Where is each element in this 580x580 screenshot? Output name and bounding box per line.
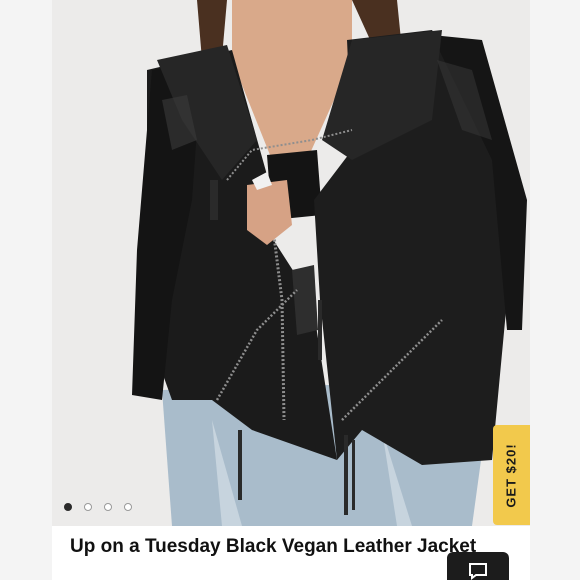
- promo-label: GET $20!: [504, 442, 520, 508]
- carousel-dot[interactable]: [124, 503, 132, 511]
- carousel-indicator: [64, 503, 132, 511]
- carousel-dot[interactable]: [104, 503, 112, 511]
- promo-tab[interactable]: GET $20!: [493, 425, 530, 525]
- carousel-dot[interactable]: [84, 503, 92, 511]
- chat-bubble-icon: [469, 563, 487, 580]
- carousel-dot[interactable]: [64, 503, 72, 511]
- chat-button[interactable]: [447, 552, 509, 580]
- product-title: Up on a Tuesday Black Vegan Leather Jack…: [70, 536, 477, 557]
- product-card: GET $20! Up on a Tuesday Black Vegan Lea…: [52, 0, 530, 580]
- product-photo[interactable]: [52, 0, 530, 526]
- jacket-image: [52, 0, 530, 526]
